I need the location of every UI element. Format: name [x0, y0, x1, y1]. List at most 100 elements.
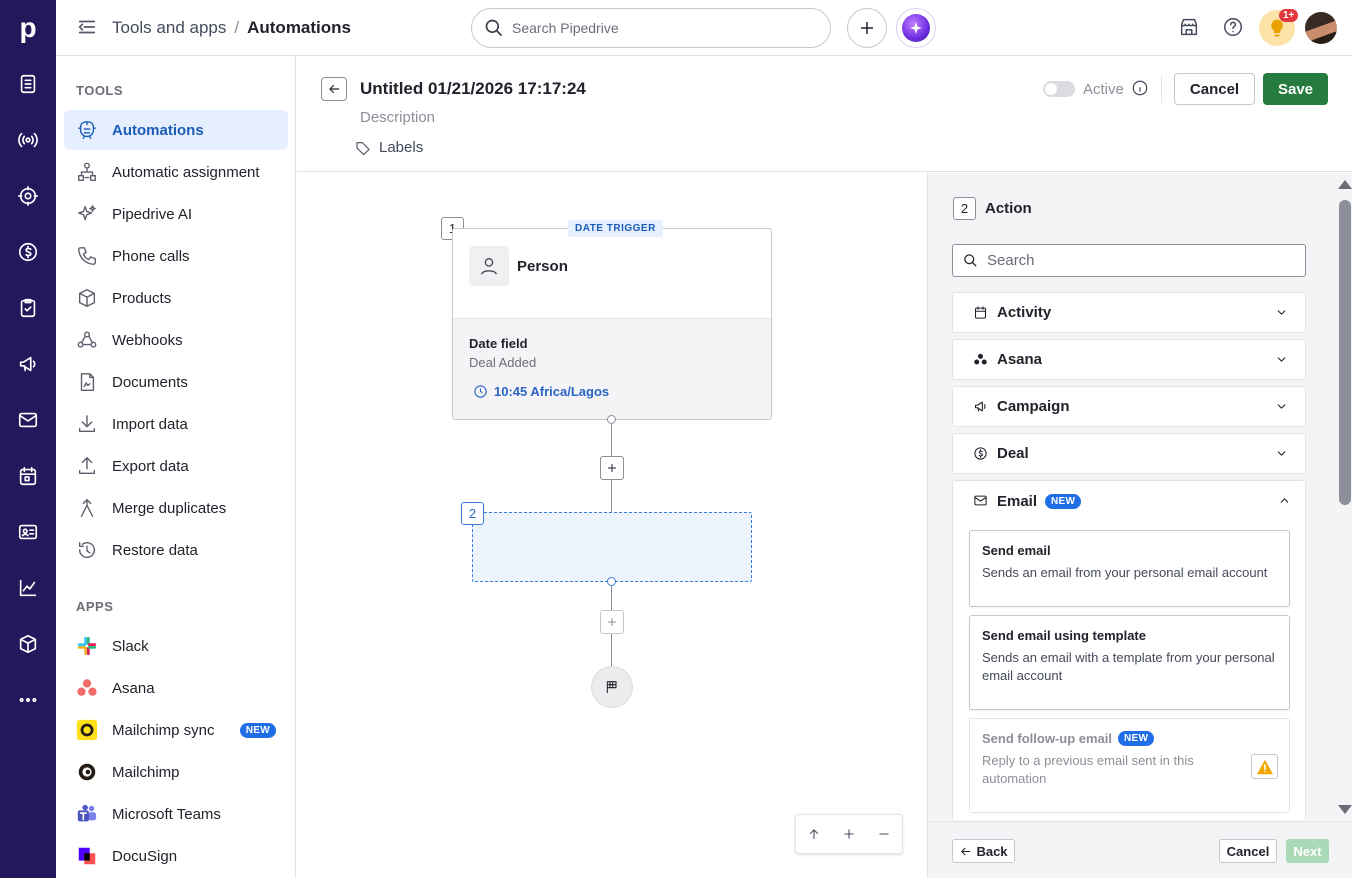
target-icon[interactable] — [14, 182, 42, 210]
warning-icon[interactable] — [1251, 754, 1278, 779]
sidebar-item-products[interactable]: Products — [64, 278, 288, 318]
pipedrive-logo[interactable]: p — [0, 0, 56, 56]
category-label: Campaign — [997, 398, 1070, 415]
panel-next-button[interactable]: Next — [1286, 839, 1329, 863]
zoom-out-icon[interactable] — [874, 824, 894, 844]
help-icon[interactable] — [1222, 16, 1246, 40]
scroll-up-arrow[interactable] — [1338, 180, 1352, 189]
document-icon — [76, 371, 98, 393]
mail-icon[interactable] — [14, 406, 42, 434]
info-icon[interactable] — [1131, 79, 1151, 99]
action-search-input[interactable]: Search — [952, 244, 1306, 277]
sidebar-item-mailchimp-sync[interactable]: Mailchimp sync NEW — [64, 710, 288, 750]
panel-scrollbar[interactable] — [1333, 173, 1352, 821]
back-button[interactable] — [321, 77, 347, 101]
campaigns-icon[interactable] — [14, 350, 42, 378]
cancel-button[interactable]: Cancel — [1174, 73, 1255, 105]
category-email-header[interactable]: Email NEW — [953, 481, 1305, 522]
trigger-card[interactable]: DATE TRIGGER Person Date field Deal Adde… — [452, 220, 772, 420]
connector-line — [611, 480, 612, 512]
calendar-icon — [973, 305, 989, 321]
sidebar-item-label: Pipedrive AI — [112, 205, 193, 223]
back-label: Back — [976, 843, 1008, 859]
sidebar-item-webhooks[interactable]: Webhooks — [64, 320, 288, 360]
save-button[interactable]: Save — [1263, 73, 1328, 105]
asana-icon — [973, 352, 989, 368]
connector-dot — [607, 577, 616, 586]
dollar-icon[interactable] — [14, 238, 42, 266]
sidebar-item-merge-duplicates[interactable]: Merge duplicates — [64, 488, 288, 528]
category-deal[interactable]: Deal — [952, 433, 1306, 474]
products-box-icon[interactable] — [14, 630, 42, 658]
panel-cancel-button[interactable]: Cancel — [1219, 839, 1277, 863]
sidebar-item-import-data[interactable]: Import data — [64, 404, 288, 444]
trigger-time: 10:45 Africa/Lagos — [473, 384, 609, 399]
description-field[interactable]: Description — [360, 109, 435, 126]
mailchimp-sync-icon — [76, 719, 98, 741]
panel-back-button[interactable]: Back — [952, 839, 1015, 863]
sidebar-item-documents[interactable]: Documents — [64, 362, 288, 402]
mail-icon — [973, 493, 988, 512]
sidebar-item-export-data[interactable]: Export data — [64, 446, 288, 486]
panel-step-number: 2 — [953, 197, 976, 220]
assignment-icon — [76, 161, 98, 183]
breadcrumb-tools-and-apps[interactable]: Tools and apps — [112, 18, 226, 38]
ai-assistant-button[interactable] — [896, 8, 936, 48]
collapse-menu-icon[interactable] — [76, 16, 100, 40]
labels-button[interactable]: Labels — [355, 139, 423, 156]
leads-broadcast-icon[interactable] — [14, 126, 42, 154]
category-campaign[interactable]: Campaign — [952, 386, 1306, 427]
add-step-button[interactable] — [600, 456, 624, 480]
workflow-canvas[interactable]: 1 DATE TRIGGER Person Date field Deal Ad… — [297, 173, 927, 878]
ai-sparkle-icon — [902, 14, 930, 42]
action-option-send-email[interactable]: Send email Sends an email from your pers… — [969, 530, 1290, 607]
category-activity[interactable]: Activity — [952, 292, 1306, 333]
date-field-value: Deal Added — [469, 355, 537, 370]
user-avatar[interactable] — [1305, 12, 1337, 44]
sidebar-item-phone-calls[interactable]: Phone calls — [64, 236, 288, 276]
download-icon — [76, 413, 98, 435]
option-title-row: Send follow-up email NEW — [982, 731, 1233, 746]
contacts-card-icon[interactable] — [14, 518, 42, 546]
breadcrumb: Tools and apps / Automations — [112, 18, 351, 38]
webhook-icon — [76, 329, 98, 351]
insights-chart-icon[interactable] — [14, 574, 42, 602]
category-label: Deal — [997, 445, 1029, 462]
plus-icon — [608, 618, 616, 626]
automation-title[interactable]: Untitled 01/21/2026 17:17:24 — [360, 79, 586, 99]
megaphone-icon — [973, 399, 989, 415]
scroll-thumb[interactable] — [1339, 200, 1351, 505]
arrow-up-icon[interactable] — [804, 824, 824, 844]
sidebar-item-docusign[interactable]: DocuSign — [64, 836, 288, 876]
category-email-expanded: Email NEW Send email Sends an email from… — [952, 480, 1306, 820]
sidebar-item-pipedrive-ai[interactable]: Pipedrive AI — [64, 194, 288, 234]
action-option-send-email-template[interactable]: Send email using template Sends an email… — [969, 615, 1290, 710]
zoom-in-icon[interactable] — [839, 824, 859, 844]
more-icon[interactable] — [14, 686, 42, 714]
sidebar-item-automatic-assignment[interactable]: Automatic assignment — [64, 152, 288, 192]
calendar-icon[interactable] — [14, 462, 42, 490]
category-asana[interactable]: Asana — [952, 339, 1306, 380]
tasks-icon[interactable] — [14, 294, 42, 322]
sidebar-item-label: DocuSign — [112, 847, 178, 865]
action-option-send-follow-up[interactable]: Send follow-up email NEW Reply to a prev… — [969, 718, 1290, 813]
sidebar-item-asana[interactable]: Asana — [64, 668, 288, 708]
action-placeholder[interactable] — [472, 512, 752, 582]
deals-list-icon[interactable] — [14, 70, 42, 98]
chevron-down-icon — [1275, 353, 1289, 367]
sidebar-item-restore-data[interactable]: Restore data — [64, 530, 288, 570]
search-icon — [484, 18, 504, 41]
sidebar-item-microsoft-teams[interactable]: Microsoft Teams — [64, 794, 288, 834]
active-toggle[interactable] — [1043, 81, 1075, 97]
marketplace-icon[interactable] — [1178, 16, 1202, 40]
sidebar-item-slack[interactable]: Slack — [64, 626, 288, 666]
quick-add-button[interactable] — [847, 8, 887, 48]
arrow-left-icon — [961, 847, 971, 855]
global-search-input[interactable]: Search Pipedrive — [471, 8, 831, 48]
scroll-down-arrow[interactable] — [1338, 805, 1352, 814]
merge-icon — [76, 497, 98, 519]
sidebar-item-automations[interactable]: Automations — [64, 110, 288, 150]
sidebar-item-mailchimp[interactable]: Mailchimp — [64, 752, 288, 792]
add-step-button-disabled[interactable] — [600, 610, 624, 634]
plus-icon — [861, 22, 873, 34]
